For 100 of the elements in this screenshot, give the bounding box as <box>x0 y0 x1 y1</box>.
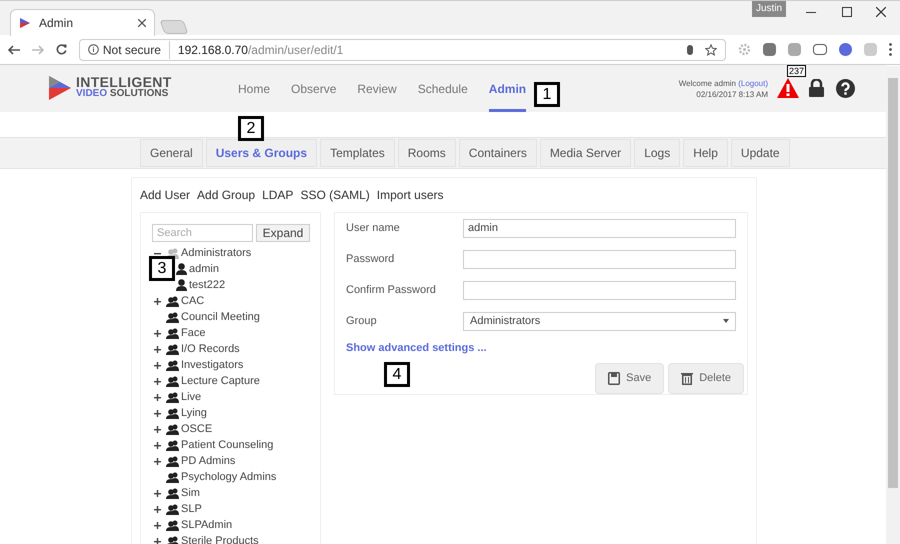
subnav-tab[interactable]: General <box>140 139 203 167</box>
plus-icon[interactable] <box>154 410 161 416</box>
tree-item[interactable]: I/O Records <box>181 341 240 357</box>
tree-item[interactable]: OSCE <box>181 421 212 437</box>
search-field[interactable]: Search <box>152 224 253 242</box>
alert-count-badge: 237 <box>787 65 806 77</box>
lock-icon[interactable] <box>809 79 824 97</box>
tree-item[interactable]: PD Admins <box>181 453 236 469</box>
logo-text: VIDEO <box>76 88 108 99</box>
subnav-tab[interactable]: Update <box>730 139 790 167</box>
plus-icon[interactable] <box>154 426 161 432</box>
logo-icon <box>48 75 72 101</box>
save-button[interactable]: Save <box>595 363 664 394</box>
expand-button[interactable]: Expand <box>256 224 310 242</box>
plus-icon[interactable] <box>154 522 161 528</box>
tree-item[interactable]: SLP <box>181 501 202 517</box>
subnav-tab[interactable]: Containers <box>458 139 537 167</box>
caret-icon <box>723 319 729 323</box>
tree-item[interactable]: Council Meeting <box>181 309 260 325</box>
star-icon[interactable] <box>705 44 718 56</box>
action-link[interactable]: Add User <box>140 186 190 204</box>
back-icon[interactable] <box>8 44 20 54</box>
close-icon[interactable] <box>876 7 886 17</box>
user-icon <box>176 263 187 275</box>
callout-label: 4 <box>384 362 410 387</box>
subnav-tab[interactable]: Templates <box>320 139 395 167</box>
text-field[interactable]: admin <box>463 218 736 238</box>
plus-icon[interactable] <box>154 346 161 352</box>
nav-tab[interactable]: Admin <box>488 65 526 112</box>
plus-icon[interactable] <box>154 298 161 304</box>
plus-icon[interactable] <box>154 378 161 384</box>
info-icon <box>88 44 99 55</box>
plus-icon[interactable] <box>154 442 161 448</box>
tree-item[interactable]: Sim <box>181 485 200 501</box>
tree-item[interactable]: Live <box>181 389 202 405</box>
url-text: 192.168.0.70/admin/user/edit/1 <box>176 42 344 58</box>
password-field[interactable] <box>463 280 736 300</box>
profile-badge[interactable]: Justin <box>752 1 786 17</box>
field-label: User name <box>346 220 401 236</box>
advanced-settings-link[interactable]: Show advanced settings ... <box>346 340 487 356</box>
tree-item[interactable]: SLPAdmin <box>181 517 232 533</box>
nav-tab[interactable]: Schedule <box>418 65 468 112</box>
subnav-tab[interactable]: Users & Groups <box>206 139 318 167</box>
tree-item[interactable]: Lecture Capture <box>181 373 260 389</box>
plus-icon[interactable] <box>154 538 161 544</box>
security-label: Not secure <box>102 40 170 58</box>
tree-item[interactable]: test222 <box>189 277 226 293</box>
tree-item[interactable]: Lying <box>181 405 207 421</box>
action-link[interactable]: Import users <box>376 186 444 204</box>
plus-icon[interactable] <box>154 330 161 336</box>
scrollbar-thumb[interactable] <box>888 78 898 488</box>
nav-tab[interactable]: Review <box>357 65 397 112</box>
dropdown-value: Administrators <box>470 314 540 329</box>
action-link[interactable]: LDAP <box>262 186 294 204</box>
logo-text: INTELLIGENT <box>76 77 172 88</box>
callout-label: 1 <box>534 82 560 107</box>
subnav-tab[interactable]: Rooms <box>398 139 456 167</box>
callout-label: 3 <box>149 256 175 281</box>
tree-item[interactable]: CAC <box>181 293 204 309</box>
nav-tab[interactable]: Observe <box>291 65 336 112</box>
warning-icon[interactable] <box>777 78 799 98</box>
tree-item[interactable]: Sterile Products <box>181 533 259 544</box>
password-field[interactable] <box>463 250 736 268</box>
tree-item[interactable]: Psychology Admins <box>181 469 276 485</box>
plus-icon[interactable] <box>154 506 161 512</box>
welcome-text: Welcome admin <box>678 79 736 88</box>
browser-tab[interactable]: Admin <box>10 9 155 36</box>
close-icon[interactable] <box>138 19 146 27</box>
field-label: Confirm Password <box>346 282 437 298</box>
user-icon <box>176 279 187 291</box>
more-icon[interactable] <box>889 43 892 56</box>
reload-icon[interactable] <box>56 44 67 55</box>
field-label: Password <box>346 252 396 267</box>
play-logo-icon <box>19 17 31 29</box>
subnav-tab[interactable]: Help <box>683 139 728 167</box>
group-dropdown[interactable]: Administrators <box>463 312 736 330</box>
nav-tab[interactable]: Home <box>238 65 270 112</box>
subnav-tab[interactable]: Logs <box>634 139 680 167</box>
tree-item[interactable]: Administrators <box>181 245 252 261</box>
tree-item[interactable]: Investigators <box>181 357 244 373</box>
help-icon[interactable] <box>836 79 855 98</box>
extension-icon[interactable] <box>763 43 776 56</box>
date-time-text: 02/16/2017 8:13 AM <box>695 89 768 100</box>
action-link[interactable]: Add Group <box>197 186 256 204</box>
callout-label: 2 <box>238 116 264 141</box>
field-label: Group <box>346 314 378 329</box>
delete-button[interactable]: Delete <box>668 363 744 394</box>
tree-item[interactable]: Face <box>181 325 206 341</box>
tree-item[interactable]: admin <box>189 261 219 277</box>
tree-item[interactable]: Patient Counseling <box>181 437 274 453</box>
logo-text: SOLUTIONS <box>110 88 168 99</box>
plus-icon[interactable] <box>154 490 161 496</box>
plus-icon[interactable] <box>154 458 161 464</box>
address-bar[interactable]: Not secure 192.168.0.70/admin/user/edit/1 <box>78 38 726 60</box>
plus-icon[interactable] <box>154 394 161 400</box>
action-link[interactable]: SSO (SAML) <box>300 186 370 204</box>
logout-link[interactable]: (Logout) <box>738 79 768 88</box>
maximize-icon[interactable] <box>842 7 852 17</box>
subnav-tab[interactable]: Media Server <box>540 139 632 167</box>
plus-icon[interactable] <box>154 362 161 368</box>
